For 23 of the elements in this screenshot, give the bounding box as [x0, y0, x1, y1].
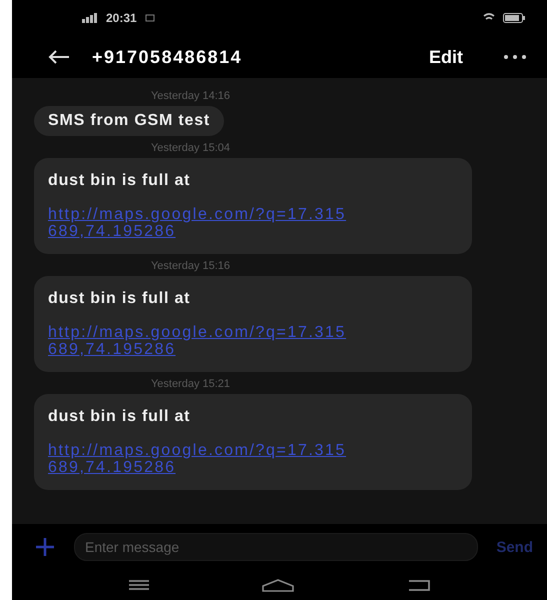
back-icon[interactable]: [48, 50, 70, 64]
message-timestamp: Yesterday 14:16: [150, 89, 230, 104]
message-timestamp: Yesterday 15:21: [150, 377, 230, 392]
battery-icon: [503, 13, 525, 23]
send-button[interactable]: Send: [496, 538, 533, 556]
message-bubble: SMS from GSM test: [34, 106, 224, 136]
message-timestamp: Yesterday 15:04: [150, 141, 230, 156]
message-text: dust bin is full at: [48, 172, 192, 190]
home-icon[interactable]: [261, 578, 296, 592]
map-link[interactable]: http://maps.google.com/?q=17.315689,74.195286: [48, 442, 348, 476]
map-link[interactable]: http://maps.google.com/?q=17.315689,74.195286: [48, 206, 348, 240]
message-text: dust bin is full at: [48, 290, 192, 308]
menu-icon[interactable]: [127, 578, 152, 592]
message-timestamp: Yesterday 15:16: [150, 259, 230, 274]
edit-button[interactable]: Edit: [429, 46, 463, 68]
message-text: dust bin is full at: [48, 408, 192, 426]
contact-number: +917058486814: [92, 46, 242, 68]
more-icon[interactable]: [503, 54, 527, 60]
map-link[interactable]: http://maps.google.com/?q=17.315689,74.195286: [48, 324, 348, 358]
notification-icon: [144, 14, 155, 22]
status-time: 20:31: [106, 11, 137, 25]
signal-icon: [82, 13, 98, 23]
message-input[interactable]: Enter message: [74, 533, 478, 561]
